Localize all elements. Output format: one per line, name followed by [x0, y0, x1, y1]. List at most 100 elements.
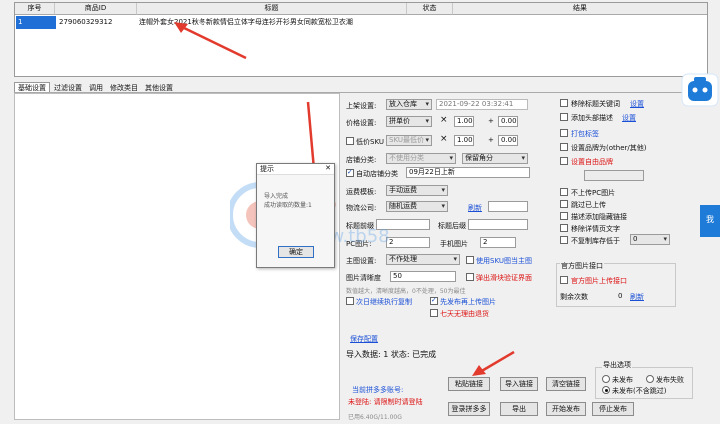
add-head-checkbox[interactable]	[560, 113, 568, 121]
lowprice-checkbox[interactable]	[346, 137, 354, 145]
add-head-label: 添加头部描述	[571, 114, 613, 122]
remove-keyword-setting-link[interactable]: 设置	[630, 99, 644, 109]
login-pdd-button[interactable]: 登录拼多多	[448, 402, 490, 416]
export-radio-unpublished-noskip[interactable]	[602, 386, 610, 394]
product-grid[interactable]: 序号 商品ID 标题 状态 结果 1 279060329312 连帽外套女202…	[14, 2, 708, 77]
custom-brand-field[interactable]	[584, 170, 644, 181]
dialog-title: 提示	[257, 164, 334, 175]
pc-img-label: PC图片:	[346, 240, 372, 248]
col-header-status[interactable]: 状态	[407, 3, 453, 15]
seven-day-checkbox[interactable]	[430, 309, 438, 317]
assistant-robot-icon[interactable]	[680, 72, 720, 108]
remove-detail-checkbox[interactable]	[560, 224, 568, 232]
custom-brand-checkbox[interactable]	[560, 157, 568, 165]
close-icon[interactable]: ✕	[325, 164, 331, 172]
multiply-icon: ×	[440, 134, 448, 144]
lowprice-select[interactable]: SKU最低价	[386, 135, 432, 146]
no-pc-checkbox[interactable]	[560, 188, 568, 196]
official-group-title: 官方图片接口	[560, 261, 604, 271]
lowprice-mult-field[interactable]: 1.00	[454, 135, 474, 146]
dialog-line2: 成功读取的数量:1	[264, 202, 312, 209]
title-prefix-field[interactable]	[376, 219, 430, 230]
official-upload-checkbox[interactable]	[560, 276, 568, 284]
category-select[interactable]: 不使用分类	[386, 153, 456, 164]
remaining-value: 0	[618, 292, 623, 300]
export-group-title: 导出选项	[602, 360, 632, 370]
ship-refresh-link[interactable]: 刷新	[468, 203, 482, 213]
listing-label: 上架设置:	[346, 102, 377, 110]
price-mult-field[interactable]: 1.00	[454, 116, 474, 127]
brand-other-checkbox[interactable]	[560, 143, 568, 151]
auto-category-label: 自动店铺分类	[356, 170, 398, 178]
express-extra-field[interactable]	[488, 201, 528, 212]
export-opt2-label: 发布失败	[656, 376, 684, 384]
brand-other-label: 设置品牌为(other/其他)	[571, 144, 647, 152]
usage-text: 已用6.40G/11.00G	[348, 414, 402, 421]
sku-main-checkbox[interactable]	[466, 256, 474, 264]
row-index-cell[interactable]: 1	[16, 16, 56, 29]
publish-first-checkbox[interactable]	[430, 296, 438, 305]
price-select[interactable]: 拼单价	[386, 116, 432, 127]
col-header-id[interactable]: 商品ID	[55, 3, 137, 15]
login-status-text: 未登陆: 请限制时请登陆	[348, 398, 423, 406]
col-header-result[interactable]: 结果	[453, 3, 707, 15]
title-suffix-label: 标题后缀	[438, 222, 466, 230]
main-img-select[interactable]: 不作处理	[386, 254, 460, 265]
clarity-hint: 数值越大，清晰度越高，0不处理，50为最佳	[346, 288, 466, 295]
captcha-checkbox[interactable]	[466, 273, 474, 281]
dialog-line1: 导入完成	[264, 193, 289, 200]
keep-decimal-select[interactable]: 保留角分	[462, 153, 528, 164]
lowprice-label: 低价SKU	[356, 138, 384, 146]
sku-main-label: 使用SKU图当主图	[476, 257, 532, 265]
ship-select[interactable]: 手动运费	[386, 185, 448, 196]
remove-keyword-label: 移除标题关键词	[571, 100, 620, 108]
mobile-img-field[interactable]: 2	[480, 237, 516, 248]
skip-published-label: 跳过已上传	[571, 201, 606, 209]
add-head-setting-link[interactable]: 设置	[622, 113, 636, 123]
price-plus-field[interactable]: 0.00	[498, 116, 518, 127]
col-header-title[interactable]: 标题	[137, 3, 407, 15]
stop-publish-button[interactable]: 停止发布	[592, 402, 634, 416]
auto-category-field[interactable]: 09月22日上新	[406, 167, 530, 178]
official-upload-label: 官方图片上传接口	[571, 277, 627, 285]
mobile-img-label: 手机图片	[440, 240, 468, 248]
settings-panel: 上架设置: 放入仓库 2021-09-22 03:32:41 价格设置: 拼单价…	[340, 93, 696, 424]
annotation-arrow-icon	[472, 350, 515, 376]
title-prefix-label: 标题前缀	[346, 222, 374, 230]
tag-checkbox[interactable]	[560, 129, 568, 137]
main-img-label: 主图设置:	[346, 257, 377, 265]
stock-checkbox[interactable]	[560, 236, 568, 244]
desc-tag-checkbox[interactable]	[560, 212, 568, 220]
multiply-icon: ×	[440, 115, 448, 125]
start-publish-button[interactable]: 开始发布	[546, 402, 586, 416]
stock-select[interactable]: 0	[630, 234, 670, 245]
next-day-checkbox[interactable]	[346, 297, 354, 305]
title-suffix-field[interactable]	[468, 219, 528, 230]
save-config-link[interactable]: 保存配置	[350, 334, 378, 344]
no-pc-label: 不上传PC图片	[571, 189, 616, 197]
clear-links-button[interactable]: 清空链接	[546, 377, 586, 391]
plus-icon: +	[488, 136, 494, 144]
remaining-refresh-link[interactable]: 刷新	[630, 292, 644, 302]
export-radio-failed[interactable]	[646, 375, 654, 383]
export-button[interactable]: 导出	[500, 402, 538, 416]
express-select[interactable]: 随机运费	[386, 201, 448, 212]
side-floating-tab[interactable]: 我	[700, 205, 720, 237]
clarity-field[interactable]: 50	[390, 271, 456, 282]
pc-img-field[interactable]: 2	[386, 237, 430, 248]
export-radio-unpublished[interactable]	[602, 375, 610, 383]
account-label: 当前拼多多账号:	[352, 386, 404, 394]
annotation-arrow-icon	[174, 22, 247, 60]
row-id-cell[interactable]: 279060329312	[59, 16, 137, 29]
listing-select[interactable]: 放入仓库	[386, 99, 432, 110]
dialog-message: 导入完成 成功读取的数量:1	[264, 192, 312, 210]
auto-category-checkbox[interactable]	[346, 168, 354, 177]
info-dialog: 提示 ✕ 导入完成 成功读取的数量:1 确定	[256, 163, 335, 268]
publish-first-label: 先发布再上传图片	[440, 298, 496, 306]
lowprice-plus-field[interactable]: 0.00	[498, 135, 518, 146]
datetime-field[interactable]: 2021-09-22 03:32:41	[436, 99, 528, 110]
dialog-ok-button[interactable]: 确定	[278, 246, 314, 258]
col-header-index[interactable]: 序号	[15, 3, 55, 15]
skip-published-checkbox[interactable]	[560, 200, 568, 208]
remove-keyword-checkbox[interactable]	[560, 99, 568, 107]
